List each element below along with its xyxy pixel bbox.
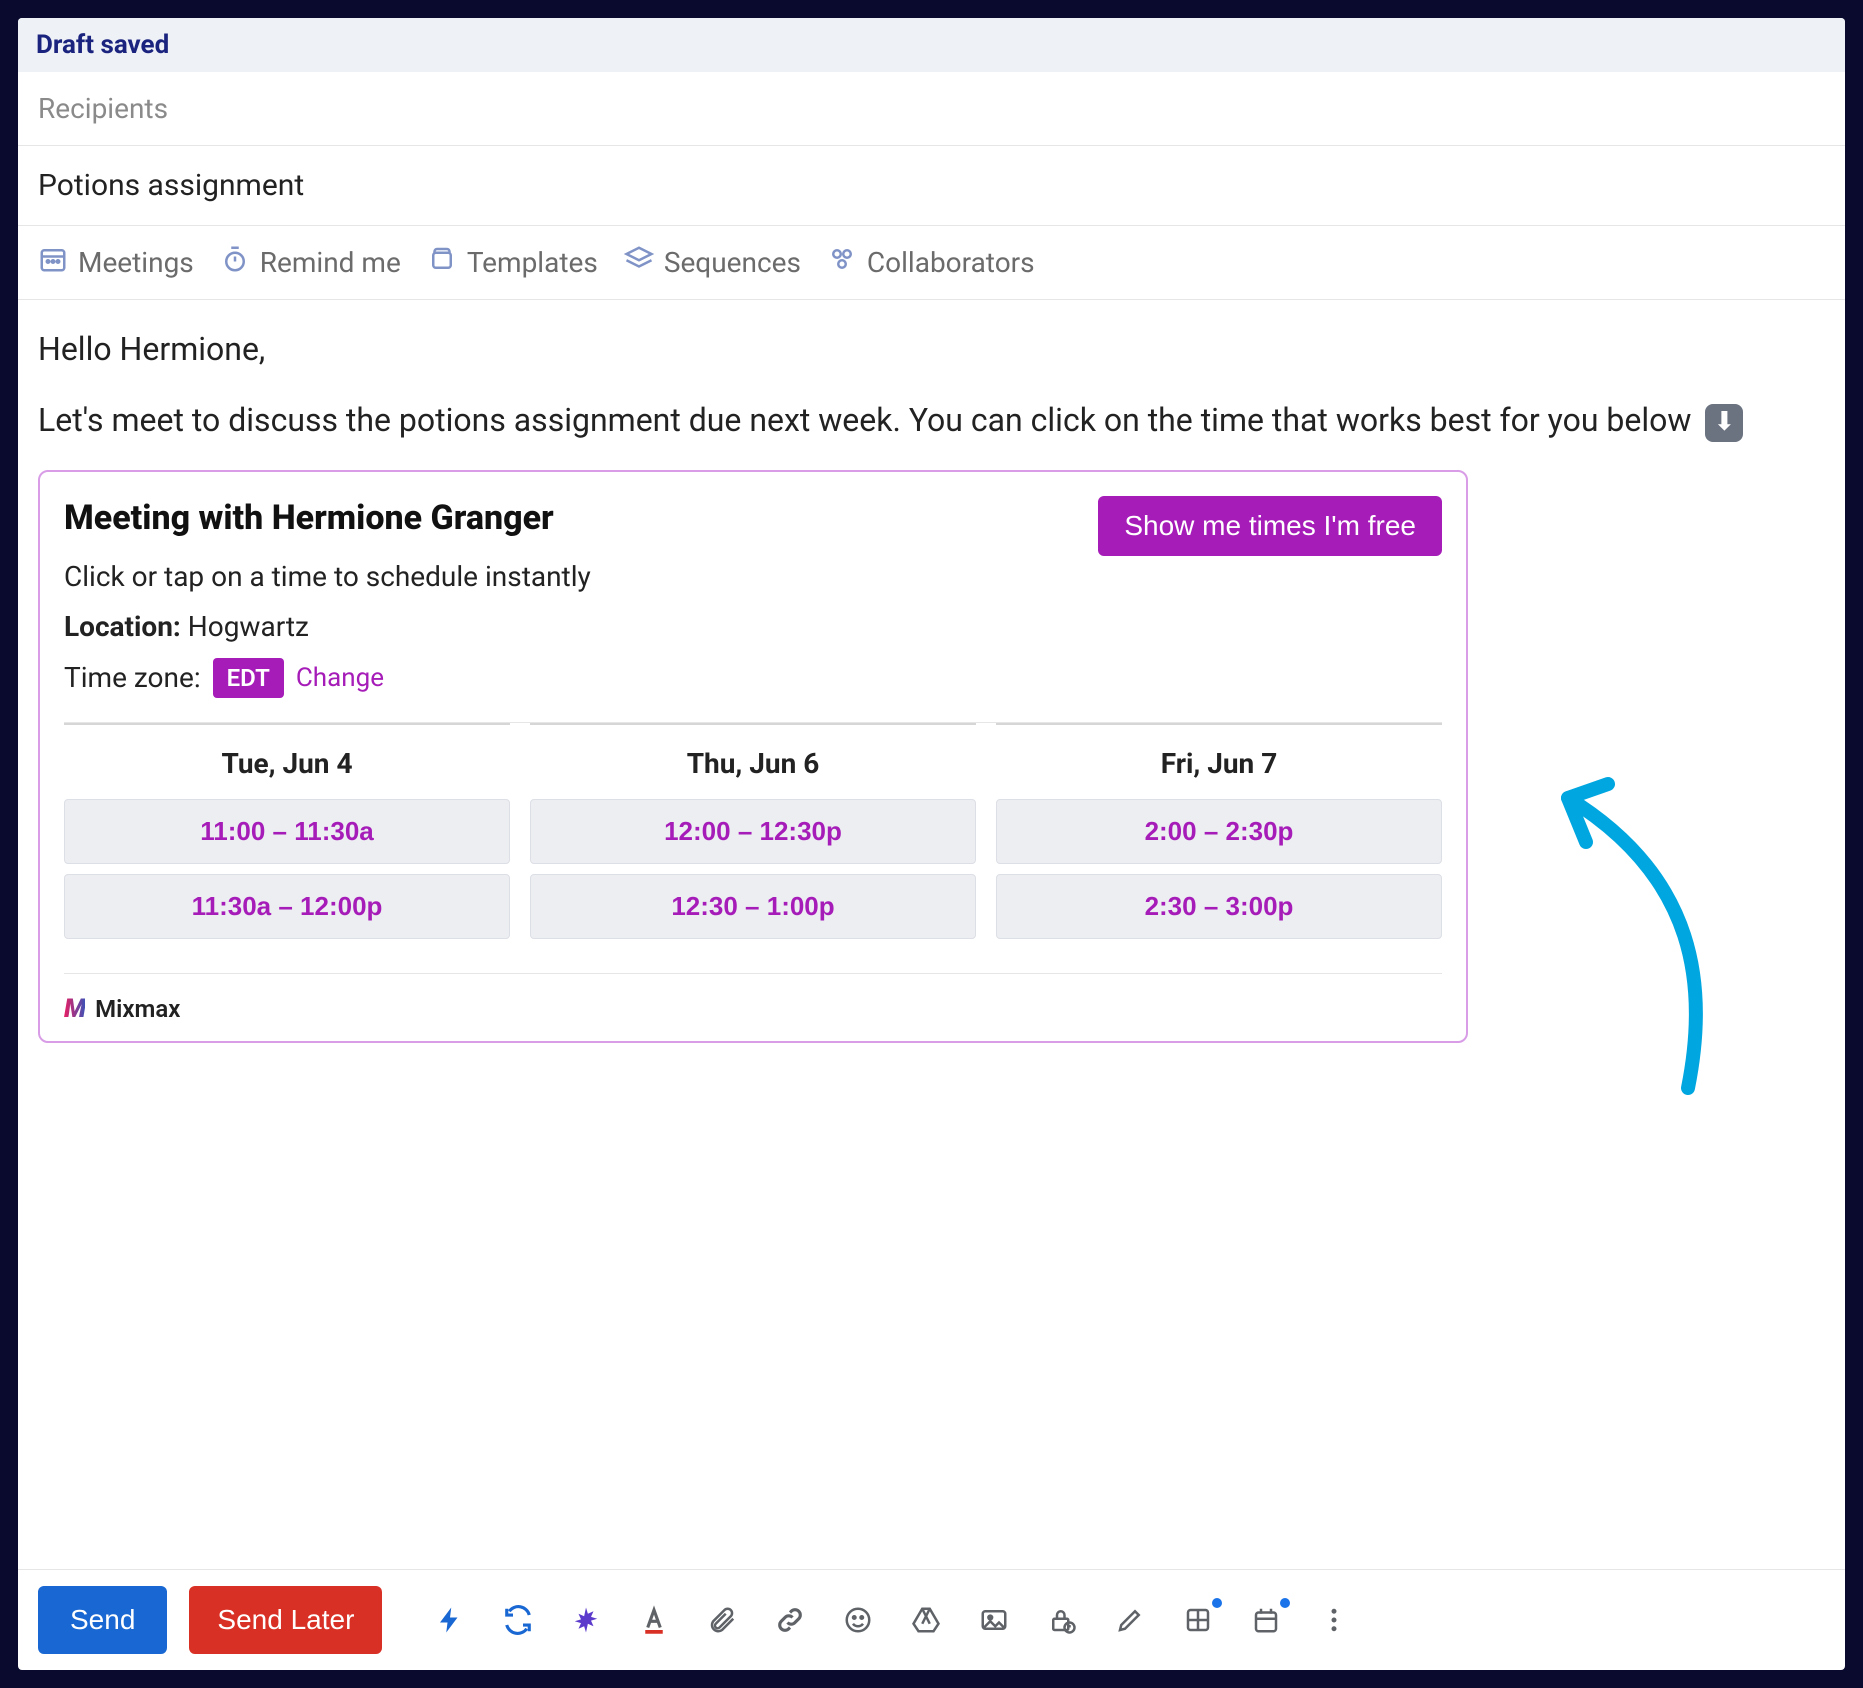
- slot-column-header: Thu, Jun 6: [530, 723, 976, 799]
- slot-column-header: Tue, Jun 4: [64, 723, 510, 799]
- slot-column-header: Fri, Jun 7: [996, 723, 1442, 799]
- stopwatch-icon: [220, 244, 250, 281]
- slot-column: Thu, Jun 6 12:00 – 12:30p 12:30 – 1:00p: [530, 723, 976, 949]
- email-body[interactable]: Hello Hermione, Let's meet to discuss th…: [18, 300, 1845, 1569]
- compose-window: Draft saved Recipients Potions assignmen…: [18, 18, 1845, 1670]
- time-slots-grid: Tue, Jun 4 11:00 – 11:30a 11:30a – 12:00…: [64, 722, 1442, 949]
- slot-column: Tue, Jun 4 11:00 – 11:30a 11:30a – 12:00…: [64, 723, 510, 949]
- mixmax-toolbar: Meetings Remind me Templates Sequences C…: [18, 226, 1845, 300]
- toolbar-remind[interactable]: Remind me: [220, 244, 401, 281]
- link-icon[interactable]: [774, 1604, 806, 1636]
- toolbar-collaborators-label: Collaborators: [867, 246, 1035, 279]
- toolbar-templates[interactable]: Templates: [427, 244, 598, 281]
- toolbar-meetings-label: Meetings: [78, 246, 194, 279]
- mixmax-branding[interactable]: M Mixmax: [64, 973, 1442, 1027]
- time-slot-button[interactable]: 11:30a – 12:00p: [64, 874, 510, 939]
- people-icon: [827, 244, 857, 281]
- image-icon[interactable]: [978, 1604, 1010, 1636]
- toolbar-remind-label: Remind me: [260, 246, 401, 279]
- time-slot-button[interactable]: 2:30 – 3:00p: [996, 874, 1442, 939]
- sync-icon[interactable]: [502, 1604, 534, 1636]
- mixmax-brand-label: Mixmax: [95, 993, 180, 1025]
- toolbar-collaborators[interactable]: Collaborators: [827, 244, 1035, 281]
- mixmax-logo-icon: M: [64, 992, 85, 1027]
- more-options-icon[interactable]: [1318, 1604, 1350, 1636]
- text-color-icon[interactable]: [638, 1604, 670, 1636]
- lightning-icon[interactable]: [434, 1604, 466, 1636]
- body-paragraph: Let's meet to discuss the potions assign…: [38, 399, 1825, 442]
- slot-column: Fri, Jun 7 2:00 – 2:30p 2:30 – 3:00p: [996, 723, 1442, 949]
- send-later-button[interactable]: Send Later: [189, 1586, 382, 1654]
- send-button[interactable]: Send: [38, 1586, 167, 1654]
- time-slot-button[interactable]: 12:30 – 1:00p: [530, 874, 976, 939]
- greeting-text: Hello Hermione,: [38, 328, 1825, 371]
- layers-icon: [624, 244, 654, 281]
- timezone-badge: EDT: [213, 658, 284, 698]
- meeting-subtitle: Click or tap on a time to schedule insta…: [64, 558, 1442, 596]
- lock-timer-icon[interactable]: [1046, 1604, 1078, 1636]
- down-arrow-icon: ⬇: [1705, 404, 1743, 442]
- draft-status: Draft saved: [18, 18, 1845, 72]
- toolbar-templates-label: Templates: [467, 246, 598, 279]
- time-slot-button[interactable]: 2:00 – 2:30p: [996, 799, 1442, 864]
- calendar-check-icon[interactable]: [1250, 1604, 1282, 1636]
- meeting-widget: Meeting with Hermione Granger Show me ti…: [38, 470, 1468, 1043]
- meeting-title: Meeting with Hermione Granger: [64, 496, 554, 542]
- compose-footer: Send Send Later: [18, 1569, 1845, 1670]
- toolbar-sequences[interactable]: Sequences: [624, 244, 801, 281]
- emoji-icon[interactable]: [842, 1604, 874, 1636]
- footer-icon-row: [434, 1604, 1350, 1636]
- toolbar-meetings[interactable]: Meetings: [38, 244, 194, 281]
- calendar-icon: [38, 244, 68, 281]
- recipients-field[interactable]: Recipients: [18, 72, 1845, 146]
- meeting-location: Location: Hogwartz: [64, 608, 1442, 646]
- time-slot-button[interactable]: 12:00 – 12:30p: [530, 799, 976, 864]
- drive-icon[interactable]: [910, 1604, 942, 1636]
- subject-field[interactable]: Potions assignment: [18, 146, 1845, 226]
- grid-icon[interactable]: [1182, 1604, 1214, 1636]
- templates-icon: [427, 244, 457, 281]
- pen-icon[interactable]: [1114, 1604, 1146, 1636]
- spark-icon[interactable]: [570, 1604, 602, 1636]
- time-slot-button[interactable]: 11:00 – 11:30a: [64, 799, 510, 864]
- show-times-button[interactable]: Show me times I'm free: [1098, 496, 1442, 556]
- attachment-icon[interactable]: [706, 1604, 738, 1636]
- toolbar-sequences-label: Sequences: [664, 246, 801, 279]
- timezone-row: Time zone: EDT Change: [64, 658, 1442, 698]
- timezone-label: Time zone:: [64, 659, 201, 697]
- timezone-change-link[interactable]: Change: [296, 661, 384, 696]
